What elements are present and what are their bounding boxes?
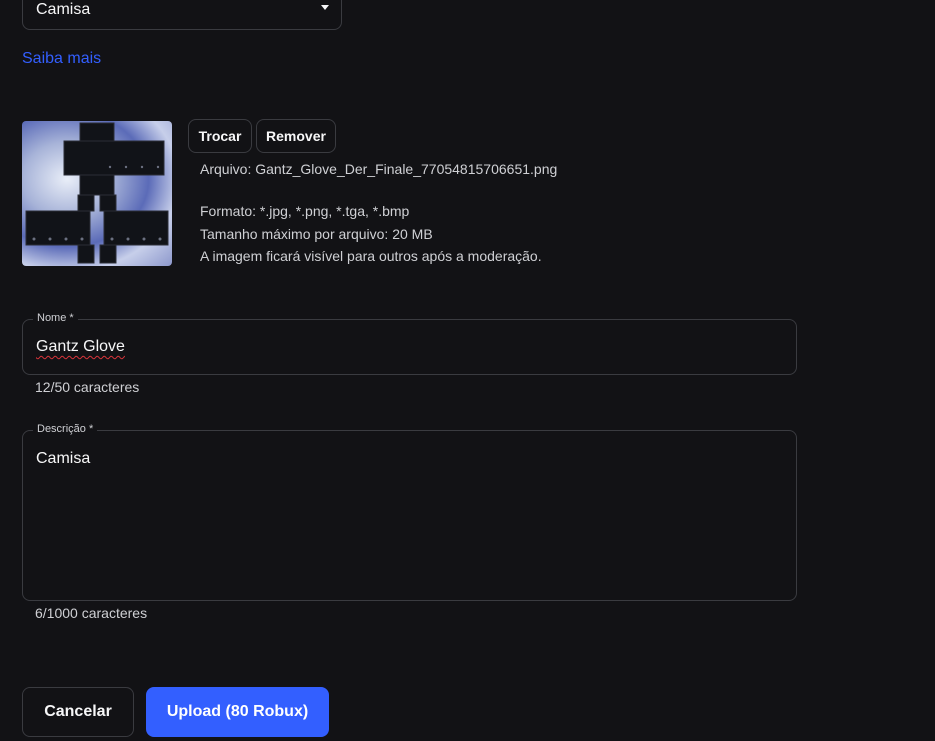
name-field[interactable]: Nome * Gantz Glove [22, 312, 797, 375]
name-char-counter: 12/50 caracteres [35, 379, 140, 395]
description-field[interactable]: Descrição * Camisa [22, 423, 797, 601]
description-char-counter: 6/1000 caracteres [35, 605, 148, 621]
file-name-text: Arquivo: Gantz_Glove_Der_Finale_77054815… [200, 161, 558, 177]
upload-button[interactable]: Upload (80 Robux) [146, 687, 329, 737]
cancel-button[interactable]: Cancelar [22, 687, 134, 737]
upload-form: Camisa Saiba mais Trocar Remover Arquivo… [0, 0, 935, 741]
category-select-value: Camisa [36, 1, 91, 18]
caret-down-icon [321, 5, 329, 10]
remove-image-button[interactable]: Remover [256, 119, 336, 153]
name-input[interactable]: Gantz Glove [36, 338, 776, 356]
file-format-text: Formato: *.jpg, *.png, *.tga, *.bmp [200, 203, 410, 219]
replace-image-button[interactable]: Trocar [188, 119, 252, 153]
max-size-text: Tamanho máximo por arquivo: 20 MB [200, 226, 433, 242]
category-select[interactable]: Camisa [22, 0, 342, 30]
learn-more-link[interactable]: Saiba mais [22, 50, 101, 68]
description-field-label: Descrição * [33, 423, 98, 435]
template-image-preview [22, 121, 172, 266]
name-field-label: Nome * [33, 312, 78, 324]
description-textarea[interactable]: Camisa [36, 450, 776, 468]
moderation-notice: A imagem ficará visível para outros após… [200, 248, 542, 264]
